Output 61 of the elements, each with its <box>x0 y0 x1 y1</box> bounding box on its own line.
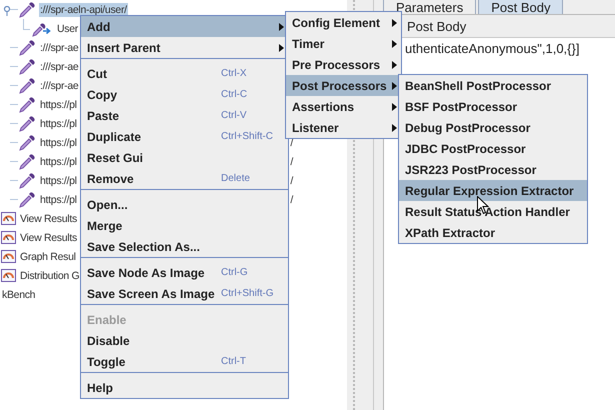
menu-item[interactable]: Remove Delete <box>81 168 288 189</box>
menu-item[interactable]: Add <box>81 16 288 37</box>
pipette-icon <box>18 76 36 94</box>
menu-item[interactable]: Duplicate Ctrl+Shift-C <box>81 126 288 147</box>
tree-item[interactable]: :///spr-ae <box>39 60 80 74</box>
tree-item[interactable]: https://pl <box>39 116 78 130</box>
menu-item[interactable]: Merge <box>81 215 288 236</box>
menu-item[interactable]: Copy Ctrl-C <box>81 84 288 105</box>
menu-item[interactable]: Pre Processors <box>286 54 401 75</box>
menu-item[interactable]: JDBC PostProcessor <box>399 138 587 159</box>
tree-item[interactable]: https://pl <box>39 174 78 188</box>
tab[interactable]: Parameters <box>383 0 476 14</box>
pipette-icon <box>18 0 36 18</box>
menu-item[interactable]: Cut Ctrl-X <box>81 63 288 84</box>
menu-item[interactable]: Assertions <box>286 96 401 117</box>
menu-item[interactable]: Insert Parent <box>81 37 288 58</box>
tree-item[interactable]: https://pl <box>39 136 78 150</box>
tree-item[interactable]: User <box>56 22 79 36</box>
menu-item[interactable]: BeanShell PostProcessor <box>399 75 587 96</box>
menu-item[interactable]: Reset Gui <box>81 147 288 168</box>
pipette-icon <box>18 58 36 76</box>
pipette-icon <box>18 152 36 170</box>
menu-item[interactable]: Open... <box>81 194 288 215</box>
tree-item[interactable]: https://pl <box>39 154 78 168</box>
tree-item[interactable]: https://pl <box>39 98 78 112</box>
pipette-icon <box>18 38 36 56</box>
menu-item[interactable]: Post Processors <box>286 75 401 96</box>
menu-item[interactable]: Paste Ctrl-V <box>81 105 288 126</box>
tree-item-text: / <box>290 194 293 206</box>
tree-item[interactable]: View Results <box>19 212 78 226</box>
menu-item[interactable]: Listener <box>286 117 401 138</box>
tree-item[interactable]: https://pl <box>39 192 78 206</box>
pipette-icon <box>18 96 36 114</box>
menu-item[interactable]: Save Screen As Image Ctrl+Shift-G <box>81 283 288 304</box>
pipette-icon <box>18 172 36 190</box>
tree-item-text: / <box>290 136 293 148</box>
menu-item[interactable]: Debug PostProcessor <box>399 117 587 138</box>
menu-item[interactable]: Save Selection As... <box>81 236 288 257</box>
tree-item[interactable]: Distribution G <box>19 268 80 282</box>
menu-item[interactable]: BSF PostProcessor <box>399 96 587 117</box>
tree-item[interactable]: :///spr-ae <box>39 40 80 54</box>
tree-item[interactable]: :///spr-ae <box>39 78 80 92</box>
pipette-icon <box>18 190 36 208</box>
tab[interactable]: Post Body <box>478 0 564 14</box>
tree-item[interactable]: kBench <box>1 288 36 302</box>
menu-item[interactable]: Save Node As Image Ctrl-G <box>81 262 288 283</box>
menu-item[interactable]: Result Status Action Handler <box>399 201 587 222</box>
menu-item[interactable]: JSR223 PostProcessor <box>399 159 587 180</box>
expander-icon[interactable] <box>3 6 11 16</box>
tree-item-text: / <box>290 156 293 168</box>
tree-item-text: / <box>290 174 293 186</box>
pipette-icon <box>18 114 36 132</box>
tree-item[interactable]: View Results <box>19 230 78 244</box>
menu-item[interactable]: Help <box>81 377 288 398</box>
pipette-icon <box>18 134 36 152</box>
menu-item[interactable]: Regular Expression Extractor <box>399 180 587 201</box>
menu-item[interactable]: XPath Extractor <box>399 222 587 243</box>
menu-item[interactable]: Toggle Ctrl-T <box>81 351 288 372</box>
menu-item[interactable]: Disable <box>81 330 288 351</box>
tree-item[interactable]: :///spr-aeln-api/user/ <box>39 2 128 16</box>
tree-item[interactable]: Graph Resul <box>19 250 77 264</box>
